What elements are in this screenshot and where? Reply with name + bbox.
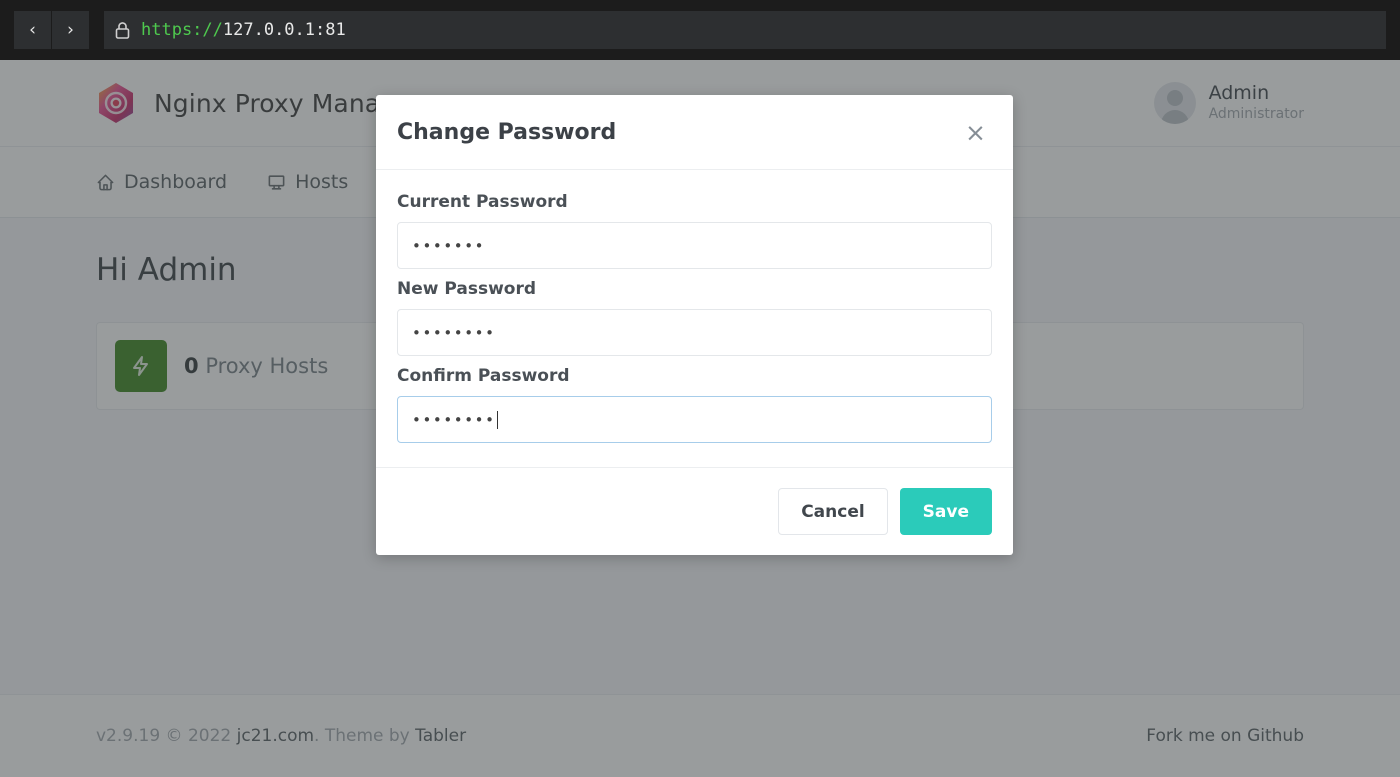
- url-host: 127.0.0.1:81: [222, 20, 346, 40]
- modal-title: Change Password: [397, 119, 617, 145]
- modal-header: Change Password ×: [376, 95, 1013, 170]
- current-password-value: •••••••: [412, 236, 486, 255]
- lock-icon: [114, 21, 131, 40]
- browser-chrome: ‹ › https://127.0.0.1:81: [0, 0, 1400, 60]
- current-password-label: Current Password: [397, 192, 568, 212]
- confirm-password-label: Confirm Password: [397, 366, 570, 386]
- form-group-current-password: Current Password •••••••: [397, 192, 992, 269]
- close-icon[interactable]: ×: [959, 116, 992, 149]
- browser-nav-buttons: ‹ ›: [14, 11, 90, 49]
- text-cursor: [496, 410, 498, 429]
- current-password-input[interactable]: •••••••: [397, 222, 992, 269]
- forward-button[interactable]: ›: [52, 11, 90, 49]
- back-button[interactable]: ‹: [14, 11, 52, 49]
- form-group-confirm-password: Confirm Password ••••••••: [397, 366, 992, 443]
- confirm-password-value: ••••••••: [412, 410, 496, 429]
- new-password-label: New Password: [397, 279, 537, 299]
- confirm-password-input[interactable]: ••••••••: [397, 396, 992, 443]
- new-password-input[interactable]: ••••••••: [397, 309, 992, 356]
- url-bar[interactable]: https://127.0.0.1:81: [104, 11, 1386, 49]
- url-scheme: https://: [141, 20, 223, 40]
- new-password-value: ••••••••: [412, 323, 496, 342]
- modal-footer: Cancel Save: [376, 467, 1013, 555]
- change-password-modal: Change Password × Current Password •••••…: [376, 95, 1013, 555]
- form-group-new-password: New Password ••••••••: [397, 279, 992, 356]
- save-button[interactable]: Save: [899, 488, 992, 535]
- modal-body: Current Password ••••••• New Password ••…: [376, 170, 1013, 467]
- cancel-button[interactable]: Cancel: [778, 488, 888, 535]
